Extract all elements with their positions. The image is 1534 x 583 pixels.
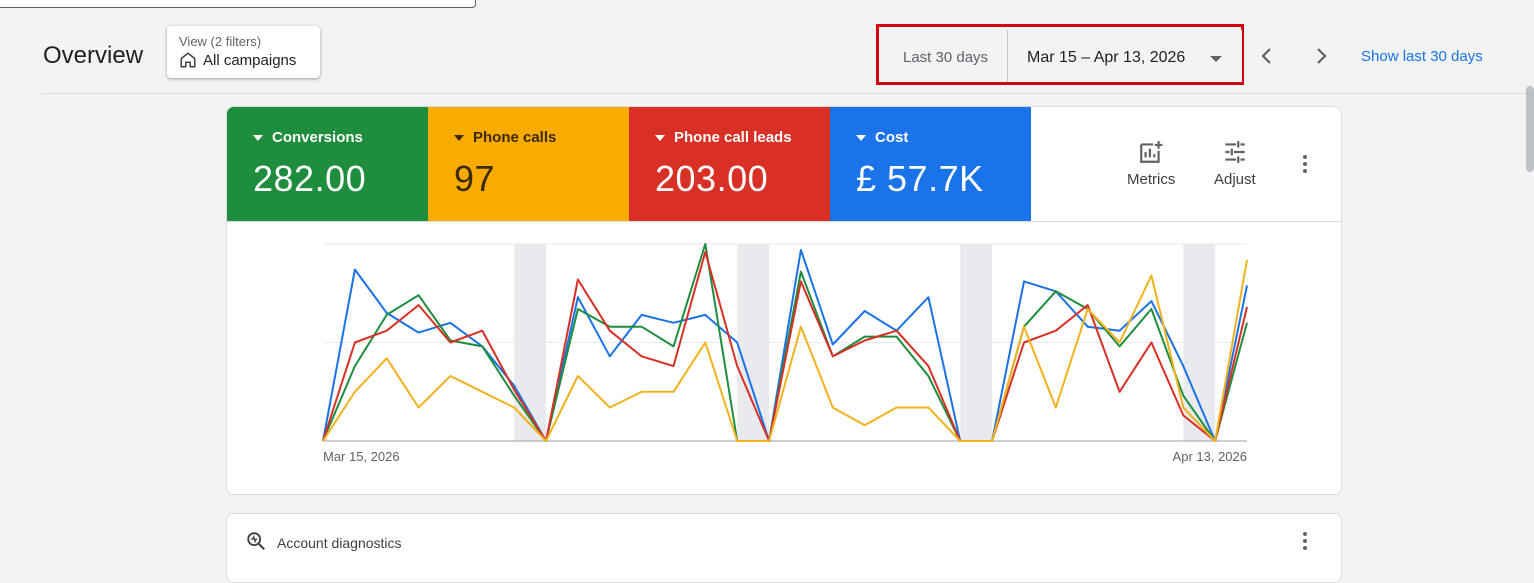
account-diagnostics-card: Account diagnostics — [226, 513, 1342, 583]
more-vert-icon[interactable] — [1293, 152, 1317, 176]
chevron-left-icon[interactable] — [1255, 44, 1279, 68]
date-range-value: Mar 15 – Apr 13, 2026 — [1027, 49, 1186, 66]
scorecard-row: Conversions 282.00 Phone calls 97 Phone … — [227, 107, 1341, 222]
scorecard-label: Cost — [875, 129, 909, 146]
x-tick-label-end: Apr 13, 2026 — [1173, 449, 1247, 464]
view-filter-sublabel: View (2 filters) — [179, 34, 262, 49]
scorecard-phone-calls[interactable]: Phone calls 97 — [428, 107, 629, 221]
dropdown-arrow-icon — [1210, 56, 1222, 62]
show-last-30-days-link[interactable]: Show last 30 days — [1361, 48, 1483, 65]
scorecard-conversions[interactable]: Conversions 282.00 — [227, 107, 428, 221]
page-title: Overview — [43, 42, 144, 69]
metrics-label: Metrics — [1127, 171, 1176, 188]
scorecard-value: £ 57.7K — [856, 158, 984, 199]
scorecard-value: 97 — [454, 158, 496, 199]
date-range-preset[interactable]: Last 30 days — [903, 49, 988, 66]
view-filter-button[interactable]: View (2 filters) All campaigns — [167, 26, 320, 78]
adjust-button[interactable]: Adjust — [1214, 139, 1256, 188]
performance-line-chart: Mar 15, 2026 Apr 13, 2026 — [322, 243, 1248, 464]
adjust-label: Adjust — [1214, 171, 1256, 188]
caret-down-icon — [655, 134, 665, 141]
metrics-button[interactable]: Metrics — [1127, 139, 1175, 188]
scorecard-label: Conversions — [272, 129, 363, 146]
tune-icon — [1225, 141, 1245, 163]
top-search-field-edge[interactable] — [0, 0, 476, 8]
add-chart-icon — [1140, 141, 1163, 163]
diagnostics-search-icon — [247, 532, 265, 550]
series-line-0 — [322, 248, 1248, 442]
overview-chart-card: Conversions 282.00 Phone calls 97 Phone … — [226, 106, 1342, 495]
chevron-right-icon[interactable] — [1309, 44, 1333, 68]
page-scrollbar[interactable] — [1526, 86, 1534, 172]
caret-down-icon — [454, 134, 464, 141]
scorecard-value: 203.00 — [655, 158, 769, 199]
scorecard-value: 282.00 — [253, 158, 367, 199]
scorecard-label: Phone calls — [473, 129, 557, 146]
account-diagnostics-title: Account diagnostics — [277, 535, 402, 551]
date-range-picker: Last 30 days Mar 15 – Apr 13, 2026 — [876, 24, 1244, 85]
caret-down-icon — [253, 134, 263, 141]
caret-down-icon — [856, 134, 866, 141]
home-icon — [180, 52, 196, 68]
scorecard-label: Phone call leads — [674, 129, 792, 146]
scorecard-phone-call-leads[interactable]: Phone call leads 203.00 — [629, 107, 830, 221]
scorecard-cost[interactable]: Cost £ 57.7K — [830, 107, 1031, 221]
date-range-dropdown[interactable]: Mar 15 – Apr 13, 2026 — [1007, 30, 1242, 82]
more-vert-icon[interactable] — [1293, 529, 1317, 553]
view-filter-label: All campaigns — [203, 51, 297, 69]
header-divider — [42, 93, 1534, 94]
x-tick-label-start: Mar 15, 2026 — [323, 449, 400, 464]
